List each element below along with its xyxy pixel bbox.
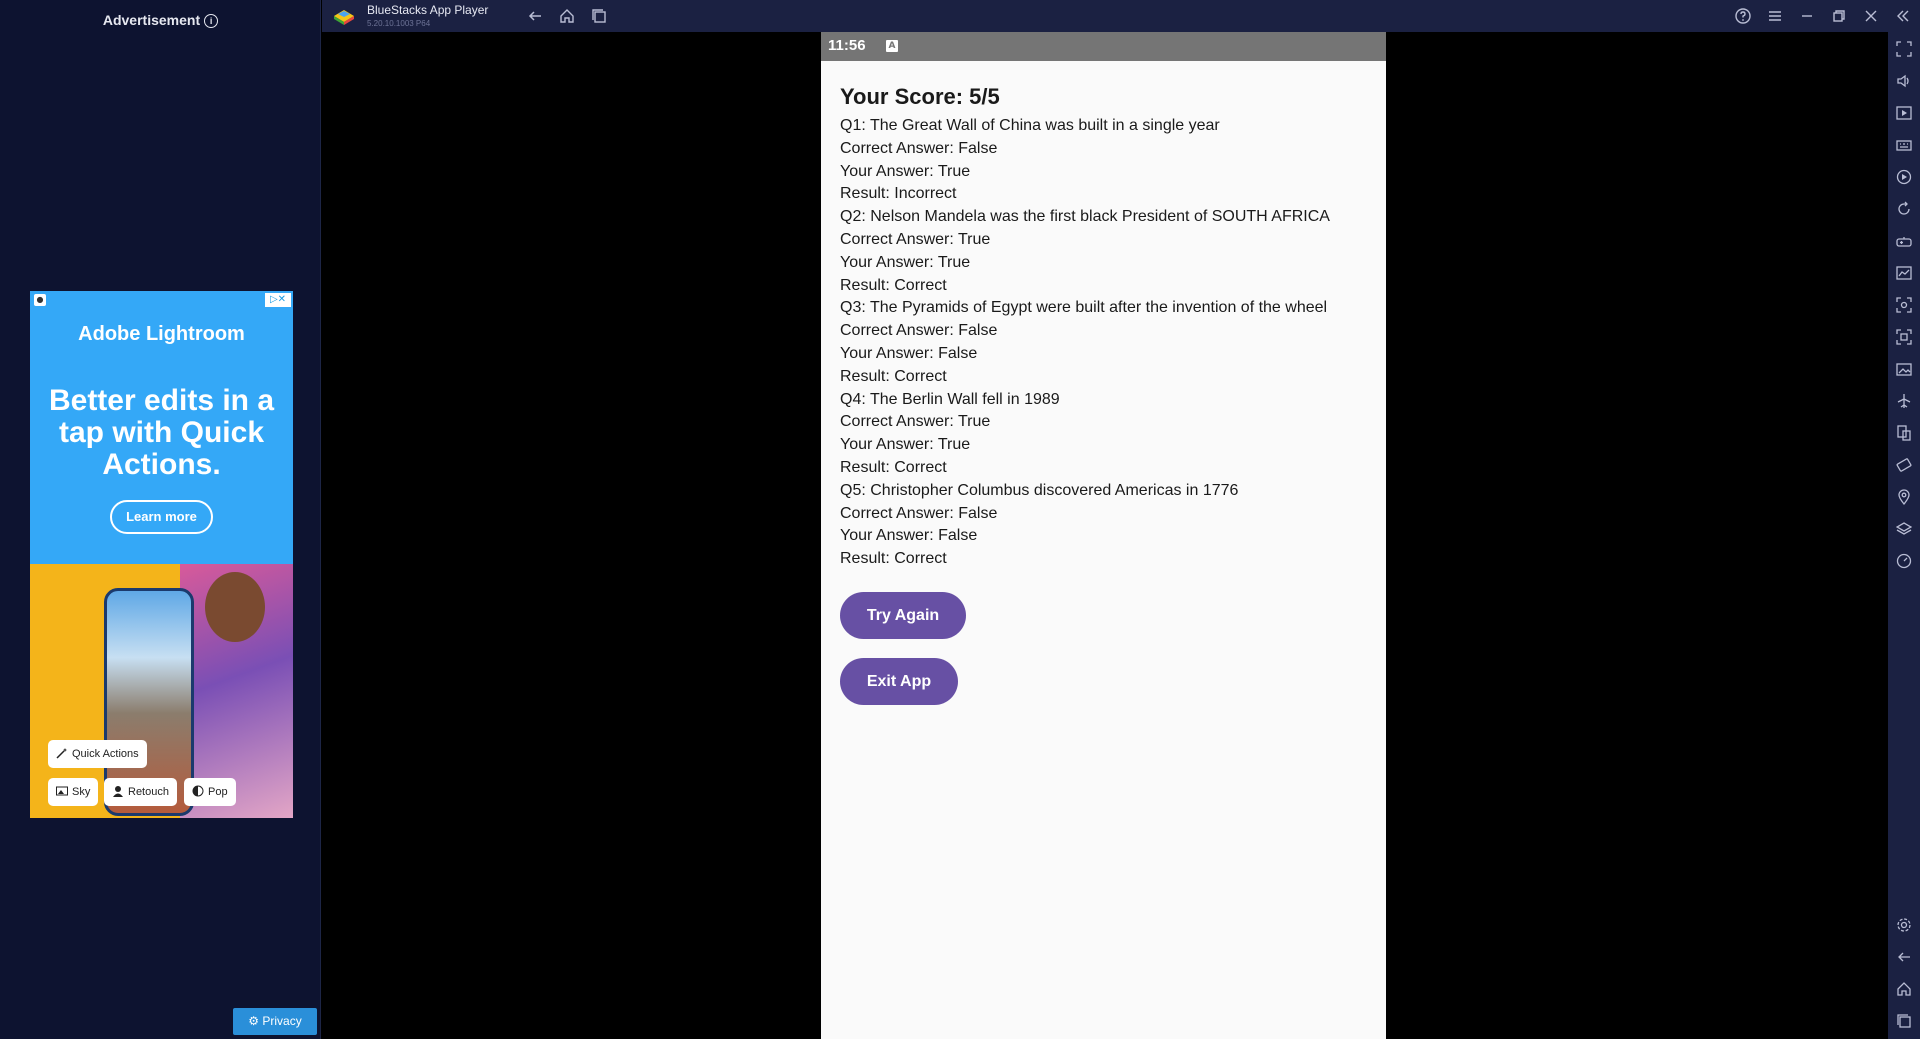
correct-answer-line: Correct Answer: True — [840, 413, 991, 431]
ad-top-section: ● ▷✕ Adobe Lightroom Better edits in a t… — [30, 291, 293, 564]
your-answer-line: Your Answer: True — [840, 253, 971, 271]
right-toolbar — [1888, 32, 1920, 1039]
try-again-button[interactable]: Try Again — [840, 592, 966, 639]
gamepad-icon[interactable] — [1896, 233, 1912, 249]
ad-face — [205, 572, 265, 642]
android-home-icon[interactable] — [1896, 981, 1912, 997]
result-line: Result: Incorrect — [840, 185, 957, 203]
ad-chip-sky: Sky — [48, 778, 99, 806]
ad-panel: Advertisement i ● ▷✕ Adobe Lightroom Bett… — [0, 0, 321, 1039]
volume-icon[interactable] — [1896, 73, 1912, 89]
sky-icon — [56, 780, 68, 796]
eco-mode-icon[interactable] — [1896, 457, 1912, 473]
ad-chip-label: Retouch — [128, 786, 169, 798]
recent-apps-icon[interactable] — [590, 7, 608, 25]
screenshot-icon[interactable] — [1896, 297, 1912, 313]
android-recents-icon[interactable] — [1896, 1013, 1912, 1029]
ad-banner[interactable]: ● ▷✕ Adobe Lightroom Better edits in a t… — [30, 291, 293, 818]
privacy-label: Privacy — [262, 1014, 302, 1028]
ad-label: Advertisement i — [0, 12, 321, 29]
correct-answer-line: Correct Answer: False — [840, 322, 998, 340]
info-icon[interactable]: i — [204, 14, 219, 29]
correct-answer-line: Correct Answer: True — [840, 230, 991, 248]
macro-icon[interactable] — [1896, 169, 1912, 185]
exit-app-button[interactable]: Exit App — [840, 658, 958, 705]
ad-chip-label: Pop — [208, 786, 228, 798]
result-line: Result: Correct — [840, 276, 947, 294]
score-title: Your Score: 5/5 — [840, 84, 1000, 109]
ad-headline: Better edits in a tap with Quick Actions… — [48, 384, 275, 481]
result-line: Result: Correct — [840, 367, 947, 385]
question-line: Q1: The Great Wall of China was built in… — [840, 117, 1220, 134]
your-answer-line: Your Answer: False — [840, 344, 978, 362]
ad-chip-quick-actions: Quick Actions — [48, 740, 147, 768]
retouch-icon — [112, 780, 124, 797]
ad-chip-retouch: Retouch — [104, 778, 177, 806]
result-line: Result: Correct — [840, 550, 947, 568]
multi-instance-icon[interactable] — [1896, 425, 1912, 441]
pop-icon — [192, 780, 204, 797]
learn-more-button[interactable]: Learn more — [110, 500, 213, 534]
status-bar: 11:56 A — [821, 32, 1386, 61]
your-answer-line: Your Answer: True — [840, 436, 971, 454]
performance-icon[interactable] — [1896, 553, 1912, 569]
help-icon[interactable] — [1734, 7, 1752, 25]
fps-icon[interactable] — [1896, 265, 1912, 281]
settings-gear-icon[interactable] — [1896, 917, 1912, 933]
ad-chip-label: Quick Actions — [72, 748, 139, 760]
app-version: 5.20.10.1003 P64 — [367, 19, 431, 28]
your-answer-line: Your Answer: True — [840, 162, 971, 180]
question-line: Q2: Nelson Mandela was the first black P… — [840, 208, 1330, 226]
gear-icon: ⚙ — [248, 1014, 260, 1028]
result-list: Q1: The Great Wall of China was built in… — [840, 115, 1370, 571]
record-icon[interactable] — [1896, 329, 1912, 345]
question-line: Q5: Christopher Columbus discovered Amer… — [840, 481, 1239, 499]
ad-brand: Adobe Lightroom — [78, 323, 245, 345]
your-answer-line: Your Answer: False — [840, 527, 978, 545]
adchoices-icon[interactable]: ▷✕ — [265, 293, 291, 307]
close-icon[interactable] — [1862, 7, 1880, 25]
bluestacks-logo-icon — [332, 6, 356, 26]
ad-badge-icon: ● — [34, 294, 46, 306]
correct-answer-line: Correct Answer: False — [840, 139, 998, 157]
ad-chip-pop: Pop — [184, 778, 236, 806]
correct-answer-line: Correct Answer: False — [840, 504, 998, 522]
ad-chip-label: Sky — [72, 786, 91, 798]
magic-wand-icon — [56, 742, 68, 759]
app-title: BlueStacks App Player — [367, 3, 489, 17]
result-line: Result: Correct — [840, 458, 947, 476]
airplane-icon[interactable] — [1896, 393, 1912, 409]
back-arrow-icon[interactable] — [526, 7, 544, 25]
home-icon[interactable] — [558, 7, 576, 25]
keyboard-icon[interactable] — [1896, 137, 1912, 153]
restore-icon[interactable] — [1830, 7, 1848, 25]
ad-image: Quick Actions Sky Retouch Pop — [30, 564, 293, 818]
fullscreen-icon[interactable] — [1896, 41, 1912, 57]
location-icon[interactable] — [1896, 489, 1912, 505]
ad-label-text: Advertisement — [102, 12, 201, 28]
collapse-sidebar-icon[interactable] — [1894, 7, 1912, 25]
title-bar: BlueStacks App Player 5.20.10.1003 P64 — [322, 0, 1920, 32]
gallery-icon[interactable] — [1896, 361, 1912, 377]
question-line: Q4: The Berlin Wall fell in 1989 — [840, 390, 1060, 408]
android-screen: 11:56 A Your Score: 5/5 Q1: The Great Wa… — [821, 32, 1386, 1039]
minimize-icon[interactable] — [1798, 7, 1816, 25]
layers-icon[interactable] — [1896, 521, 1912, 537]
android-back-icon[interactable] — [1896, 949, 1912, 965]
status-time: 11:56 — [828, 37, 866, 54]
privacy-button[interactable]: ⚙ Privacy — [233, 1008, 317, 1035]
notification-a-icon: A — [886, 40, 898, 52]
result-content: Your Score: 5/5 Q1: The Great Wall of Ch… — [840, 82, 1370, 571]
sync-icon[interactable] — [1896, 201, 1912, 217]
menu-icon[interactable] — [1766, 7, 1784, 25]
question-line: Q3: The Pyramids of Egypt were built aft… — [840, 299, 1328, 317]
media-player-icon[interactable] — [1896, 105, 1912, 121]
